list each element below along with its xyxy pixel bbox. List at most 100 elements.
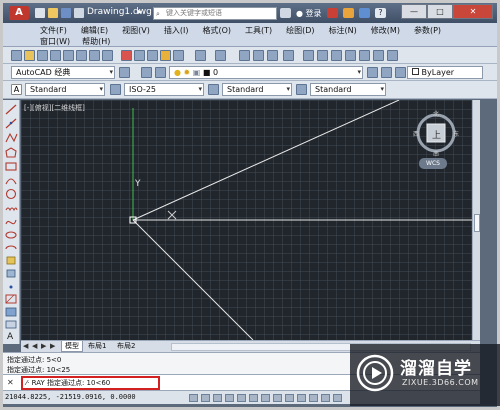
dim-style-select[interactable]: ISO-25 ▾ <box>124 83 204 96</box>
undo-icon[interactable] <box>195 50 206 61</box>
new-file-icon[interactable] <box>35 8 45 18</box>
vertical-scrollbar[interactable] <box>472 100 480 340</box>
help-icon[interactable] <box>387 50 398 61</box>
mleader-style-icon[interactable] <box>296 84 307 95</box>
make-block-icon[interactable] <box>6 269 16 278</box>
hatch-icon[interactable] <box>5 294 17 304</box>
drawing-canvas[interactable]: [-][俯视][二维线框] Y 上 北 南 东 西 WCS <box>21 100 472 340</box>
line-icon[interactable] <box>5 104 17 115</box>
layer-previous-icon[interactable] <box>381 67 392 78</box>
first-tab-icon[interactable]: ◀ <box>23 342 28 350</box>
circle-icon[interactable] <box>5 188 17 200</box>
design-center-palette-icon[interactable] <box>317 50 328 61</box>
sheet-set-icon[interactable] <box>345 50 356 61</box>
viewcube[interactable]: 上 北 南 东 西 <box>413 110 459 158</box>
text-style-icon[interactable]: A <box>11 84 22 95</box>
lineweight-icon[interactable] <box>309 394 318 402</box>
block-editor-icon[interactable] <box>173 50 184 61</box>
vertical-scroll-thumb[interactable] <box>474 214 480 232</box>
zoom-previous-icon[interactable] <box>283 50 294 61</box>
mleader-style-select[interactable]: Standard ▾ <box>310 83 386 96</box>
menu-dimension[interactable]: 标注(N) <box>326 25 360 36</box>
workspace-select[interactable]: AutoCAD 经典 ▾ <box>11 66 115 79</box>
menu-modify[interactable]: 修改(M) <box>368 25 403 36</box>
region-icon[interactable] <box>5 320 17 329</box>
ellipse-arc-icon[interactable] <box>5 245 17 250</box>
layer-state-icon[interactable] <box>155 67 166 78</box>
polyline-icon[interactable] <box>5 132 18 143</box>
revision-cloud-icon[interactable] <box>5 207 18 212</box>
match-properties-icon[interactable] <box>160 50 171 61</box>
design-center-icon[interactable] <box>102 50 113 61</box>
rectangle-icon[interactable] <box>5 162 17 171</box>
menu-help[interactable]: 帮助(H) <box>79 36 113 47</box>
binoculars-icon[interactable] <box>280 8 291 18</box>
ellipse-icon[interactable] <box>5 231 17 239</box>
markup-icon[interactable] <box>359 50 370 61</box>
layer-properties-icon[interactable] <box>141 67 152 78</box>
grid-display-icon[interactable] <box>213 394 222 402</box>
pan-icon[interactable] <box>239 50 250 61</box>
menu-parametric[interactable]: 参数(P) <box>411 25 444 36</box>
menu-format[interactable]: 格式(O) <box>199 25 234 36</box>
gradient-icon[interactable] <box>5 307 17 317</box>
transparency-icon[interactable] <box>321 394 330 402</box>
dim-style-icon[interactable] <box>110 84 121 95</box>
menu-tools[interactable]: 工具(T) <box>242 25 275 36</box>
zoom-realtime-icon[interactable] <box>253 50 264 61</box>
tool-palettes-icon[interactable] <box>331 50 342 61</box>
dynamic-input-icon[interactable] <box>297 394 306 402</box>
exchange-icon[interactable] <box>327 8 338 18</box>
search-input[interactable]: ⌕ 键入关键字或短语 <box>153 7 277 20</box>
network-icon[interactable] <box>359 8 370 18</box>
wcs-menu-button[interactable]: WCS <box>419 158 447 169</box>
object-snap-icon[interactable] <box>249 394 258 402</box>
maximize-button[interactable]: □ <box>427 4 453 19</box>
table-style-select[interactable]: Standard ▾ <box>222 83 292 96</box>
publish-icon[interactable] <box>76 50 87 61</box>
save-icon[interactable] <box>61 8 71 18</box>
3d-print-icon[interactable] <box>89 50 100 61</box>
help-icon[interactable]: ? <box>375 8 386 18</box>
autocad-logo-icon[interactable]: A <box>9 6 29 20</box>
open-icon[interactable] <box>24 50 35 61</box>
object-snap-tracking-icon[interactable] <box>273 394 282 402</box>
copy-icon[interactable] <box>134 50 145 61</box>
last-tab-icon[interactable]: ▶ <box>50 342 55 350</box>
redo-icon[interactable] <box>215 50 226 61</box>
menu-file[interactable]: 文件(F) <box>37 25 70 36</box>
mtext-icon[interactable]: A <box>7 332 14 342</box>
make-current-icon[interactable] <box>367 67 378 78</box>
paste-icon[interactable] <box>147 50 158 61</box>
wrench-icon[interactable]: ✕ <box>7 378 14 387</box>
point-icon[interactable] <box>9 285 13 289</box>
ortho-mode-icon[interactable] <box>225 394 234 402</box>
workspace-settings-icon[interactable] <box>119 67 130 78</box>
undo-icon[interactable] <box>74 8 84 18</box>
minimize-button[interactable]: — <box>401 4 427 19</box>
tab-layout1[interactable]: 布局1 <box>85 341 109 352</box>
dynamic-ucs-icon[interactable] <box>285 394 294 402</box>
insert-block-icon[interactable] <box>6 256 16 265</box>
next-tab-icon[interactable]: ▶ <box>41 342 46 350</box>
prev-tab-icon[interactable]: ◀ <box>32 342 37 350</box>
close-button[interactable]: ✕ <box>453 4 493 19</box>
infer-constraints-icon[interactable] <box>189 394 198 402</box>
cart-icon[interactable] <box>343 8 354 18</box>
menu-edit[interactable]: 编辑(E) <box>78 25 111 36</box>
3d-object-snap-icon[interactable] <box>261 394 270 402</box>
quick-properties-icon[interactable] <box>333 394 342 402</box>
tab-model[interactable]: 模型 <box>61 341 83 352</box>
chevron-down-icon[interactable]: ▸ <box>138 7 142 16</box>
properties-icon[interactable] <box>303 50 314 61</box>
login-button[interactable]: ● 登录 <box>296 8 322 19</box>
command-input[interactable]: ⁄· RAY 指定通过点: 10<60 <box>21 376 160 390</box>
open-file-icon[interactable] <box>48 8 58 18</box>
new-icon[interactable] <box>11 50 22 61</box>
text-style-select[interactable]: Standard ▾ <box>25 83 105 96</box>
spline-icon[interactable] <box>5 219 17 225</box>
cursor-coordinates[interactable]: 21044.8225, -21519.0916, 0.0000 <box>5 393 136 401</box>
layer-isolate-icon[interactable] <box>395 67 406 78</box>
menu-window[interactable]: 窗口(W) <box>37 36 73 47</box>
quickcalc-icon[interactable] <box>373 50 384 61</box>
